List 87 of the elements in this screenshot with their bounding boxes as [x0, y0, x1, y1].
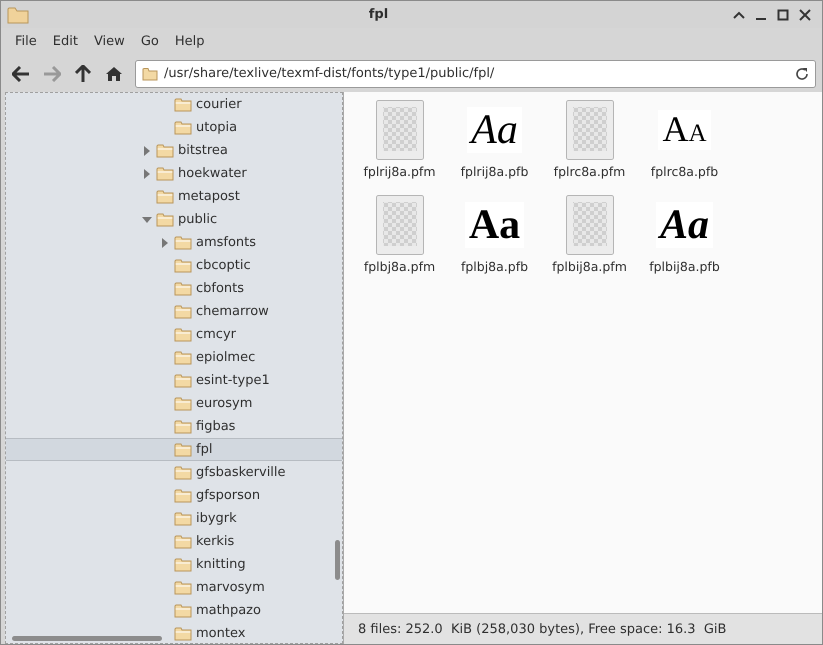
tree-item[interactable]: gfsporson — [6, 484, 342, 507]
tree-item[interactable]: bitstrea — [6, 139, 342, 162]
tree-item[interactable]: marvosym — [6, 576, 342, 599]
folder-icon — [174, 465, 192, 480]
tree-item[interactable]: chemarrow — [6, 300, 342, 323]
folder-icon — [174, 442, 192, 457]
tree-item[interactable]: esint-type1 — [6, 369, 342, 392]
font-preview: Aa — [467, 106, 522, 154]
folder-icon — [174, 396, 192, 411]
file-name: fplbij8a.pfm — [552, 259, 627, 274]
maximize-icon[interactable] — [777, 8, 789, 20]
folder-icon — [174, 534, 192, 549]
menu-item[interactable]: Help — [166, 34, 212, 49]
tree-item[interactable]: ibygrk — [6, 507, 342, 530]
font-preview: Aa — [658, 110, 711, 150]
scrollbar[interactable] — [335, 540, 340, 580]
tree-item[interactable]: cbcoptic — [6, 254, 342, 277]
tree-item[interactable]: courier — [6, 93, 342, 116]
folder-icon — [174, 419, 192, 434]
window-title: fpl — [368, 7, 390, 22]
folder-icon — [174, 350, 192, 365]
tree-item[interactable]: cmcyr — [6, 323, 342, 346]
blank-file-icon — [376, 100, 424, 160]
file-name: fplrc8a.pfm — [554, 164, 626, 179]
tree-item[interactable]: fpl — [6, 438, 342, 461]
blank-file-icon — [566, 195, 614, 255]
path-field[interactable]: /usr/share/texlive/texmf-dist/fonts/type1/public/fpl/ — [135, 60, 816, 88]
file-name: fplbj8a.pfm — [364, 259, 436, 274]
tree-item[interactable]: kerkis — [6, 530, 342, 553]
blank-file-icon — [376, 195, 424, 255]
file-name: fplrij8a.pfm — [364, 164, 436, 179]
folder-icon — [174, 488, 192, 503]
folder-icon — [156, 166, 174, 181]
tree-item[interactable]: utopia — [6, 116, 342, 139]
file-name: fplrij8a.pfb — [460, 164, 528, 179]
folder-icon — [174, 511, 192, 526]
reload-icon[interactable] — [795, 66, 809, 80]
file-name: fplbij8a.pfb — [649, 259, 720, 274]
tree-item[interactable]: gfsbaskerville — [6, 461, 342, 484]
tree-item[interactable]: figbas — [6, 415, 342, 438]
tree-item[interactable]: amsfonts — [6, 231, 342, 254]
folder-icon — [174, 373, 192, 388]
expander-right-icon[interactable] — [161, 238, 169, 248]
folder-icon — [174, 580, 192, 595]
scrollbar[interactable] — [12, 636, 162, 641]
tree-item[interactable]: mathpazo — [6, 599, 342, 622]
folder-icon — [174, 281, 192, 296]
status-text: 8 files: 252.0 KiB (258,030 bytes), Free space: 16.3 GiB — [358, 622, 726, 636]
folder-icon — [7, 6, 29, 24]
menu-item[interactable]: File — [7, 34, 45, 49]
folder-icon — [156, 189, 174, 204]
folder-icon — [174, 304, 192, 319]
tree-item[interactable]: metapost — [6, 185, 342, 208]
tree-item[interactable]: eurosym — [6, 392, 342, 415]
menu-item[interactable]: Edit — [44, 34, 86, 49]
close-icon[interactable] — [799, 8, 811, 20]
back-arrow-icon[interactable] — [12, 66, 30, 82]
font-preview: Aa — [656, 202, 713, 248]
folder-icon — [174, 327, 192, 342]
file-name: fplrc8a.pfb — [650, 164, 718, 179]
tree-item[interactable]: knitting — [6, 553, 342, 576]
tree-item[interactable]: cbfonts — [6, 277, 342, 300]
tree-item[interactable]: public — [6, 208, 342, 231]
tree-item[interactable]: epiolmec — [6, 346, 342, 369]
home-icon[interactable] — [105, 66, 123, 82]
folder-icon — [142, 66, 158, 80]
folder-icon — [174, 603, 192, 618]
folder-icon — [174, 557, 192, 572]
folder-icon — [174, 120, 192, 135]
font-preview: Aa — [464, 202, 524, 248]
expander-right-icon[interactable] — [143, 168, 151, 178]
tree-item[interactable]: montex — [6, 622, 342, 643]
folder-icon — [174, 626, 192, 641]
blank-file-icon — [566, 100, 614, 160]
menu-item[interactable]: View — [86, 34, 133, 49]
up-arrow-icon[interactable] — [75, 64, 91, 82]
folder-icon — [174, 258, 192, 273]
tree-item[interactable]: hoekwater — [6, 162, 342, 185]
expander-right-icon[interactable] — [143, 146, 151, 156]
folder-icon — [156, 212, 174, 227]
expander-down-icon[interactable] — [142, 216, 152, 224]
folder-icon — [174, 97, 192, 112]
folder-icon — [156, 143, 174, 158]
menu-item[interactable]: Go — [132, 34, 167, 49]
chevron-up-icon[interactable] — [733, 10, 745, 18]
folder-icon — [174, 235, 192, 250]
file-name: fplbj8a.pfb — [460, 259, 528, 274]
